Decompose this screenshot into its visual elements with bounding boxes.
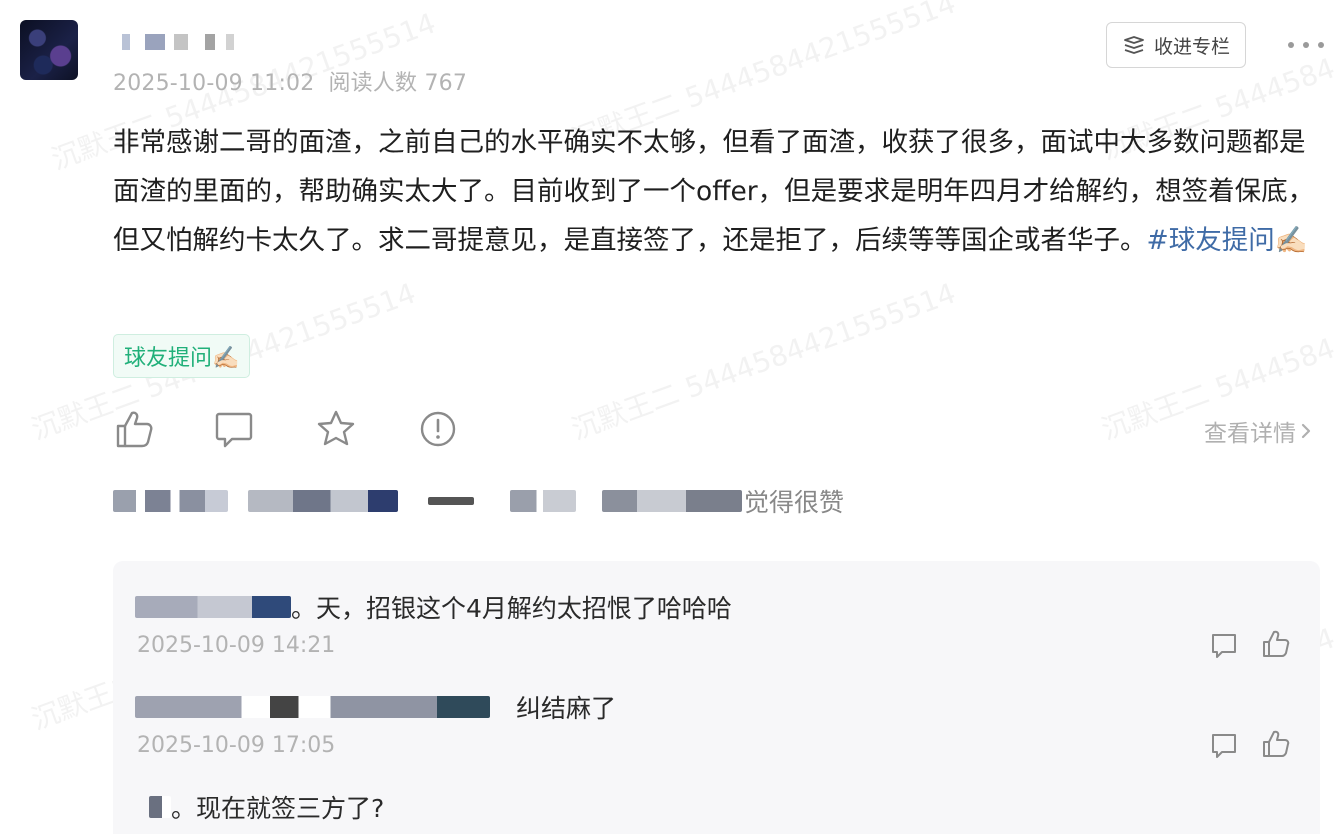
post-meta: 2025-10-09 11:02 阅读人数 767 [113, 65, 467, 97]
like-icon[interactable] [1261, 729, 1291, 759]
redacted-name[interactable] [113, 490, 228, 512]
redacted-name[interactable] [602, 490, 742, 512]
chevron-right-icon [1301, 423, 1311, 439]
report-icon[interactable] [418, 408, 458, 450]
post-text: 非常感谢二哥的面渣，之前自己的水平确实不太够，但看了面渣，收获了很多，面试中大多… [113, 127, 1315, 256]
redacted-commenter[interactable] [135, 696, 490, 718]
redacted-commenter[interactable] [135, 596, 291, 618]
comment-item: 。天，招银这个4月解约太招恨了哈哈哈 [135, 589, 732, 625]
redacted-name[interactable] [510, 490, 576, 512]
watermark: 沉默王二 5444584421555514 [567, 276, 960, 447]
comment-text: 。现在就签三方了? [171, 794, 385, 823]
username-redacted[interactable] [120, 34, 238, 50]
hashtag-link[interactable]: #球友提问✍🏻 [1147, 225, 1308, 256]
post-body: 非常感谢二哥的面渣，之前自己的水平确实不太够，但看了面渣，收获了很多，面试中大多… [113, 118, 1318, 265]
comment-text: 纠结麻了 [516, 694, 617, 723]
comment-icon[interactable] [214, 408, 254, 450]
comment-time: 2025-10-09 14:21 [137, 633, 336, 658]
redacted-name[interactable] [428, 497, 474, 505]
comment-text: 。天，招银这个4月解约太招恨了哈哈哈 [291, 594, 732, 623]
topic-tag[interactable]: 球友提问✍🏻 [113, 334, 251, 378]
view-detail-label: 查看详情 [1204, 421, 1296, 447]
bookmark-icon [1124, 36, 1144, 54]
post-date: 2025-10-09 11:02 [113, 71, 315, 96]
redacted-commenter[interactable] [149, 796, 171, 818]
comments-section: 。天，招银这个4月解约太招恨了哈哈哈 2025-10-09 14:21 纠结麻了… [113, 561, 1320, 834]
comment-time: 2025-10-09 17:05 [137, 733, 336, 758]
avatar[interactable] [20, 20, 78, 80]
liked-by-line: 觉得很赞 [113, 484, 844, 518]
view-detail-link[interactable]: 查看详情 [1204, 414, 1312, 448]
comment-item: 。现在就签三方了? [135, 789, 384, 825]
collect-to-column-button[interactable]: 收进专栏 [1106, 22, 1246, 68]
like-icon[interactable] [1261, 629, 1291, 659]
more-icon[interactable] [1288, 38, 1324, 52]
comment-item: 纠结麻了 [135, 689, 616, 725]
redacted-name[interactable] [248, 490, 398, 512]
collect-label: 收进专栏 [1153, 35, 1230, 58]
likes-suffix: 觉得很赞 [744, 488, 845, 517]
like-icon[interactable] [114, 408, 154, 450]
star-icon[interactable] [316, 408, 356, 450]
read-count: 阅读人数 767 [328, 71, 468, 96]
reply-icon[interactable] [1209, 631, 1239, 661]
reply-icon[interactable] [1209, 731, 1239, 761]
